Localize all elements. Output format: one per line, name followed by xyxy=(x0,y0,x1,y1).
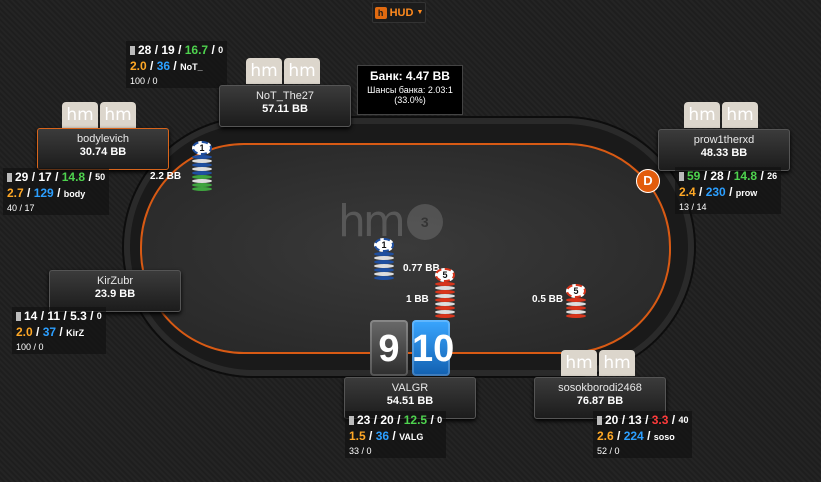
player-name: sosokborodi2468 xyxy=(558,382,642,394)
player-stack: 48.33 BB xyxy=(700,147,748,159)
stats-icon xyxy=(679,172,684,182)
player-stack: 30.74 BB xyxy=(79,146,127,158)
dealer-button-icon: D xyxy=(636,169,660,193)
hud-stats-prow[interactable]: 59 / 28 / 14.8 / 26 2.4 / 230 / prow 13 … xyxy=(675,167,782,214)
pot-info: Банк: 4.47 BB Шансы банка: 2.03:1 (33.0%… xyxy=(357,65,463,115)
stats-icon xyxy=(7,173,12,183)
hud-logo-icon: h xyxy=(374,6,387,19)
hud-label: HUD xyxy=(389,6,414,19)
hm-tag-body[interactable]: hm hm xyxy=(62,102,136,128)
pot-odds-pct: (33.0%) xyxy=(394,95,426,105)
player-box-not[interactable]: NoT_The27 57.11 BB xyxy=(219,85,351,127)
hero-card-1: 9 xyxy=(370,320,408,376)
hm-tag-soso[interactable]: hm hm xyxy=(561,350,635,376)
player-name: prow1therxd xyxy=(693,134,755,146)
stats-icon xyxy=(16,312,21,322)
player-stack: 57.11 BB xyxy=(262,103,308,115)
player-box-kir[interactable]: KirZubr 23.9 BB xyxy=(49,270,181,312)
chip-stack-soso: 5 xyxy=(566,284,586,318)
player-name: KirZubr xyxy=(96,275,134,287)
stats-icon xyxy=(597,416,602,426)
player-box-prow[interactable]: prow1therxd 48.33 BB xyxy=(658,129,790,171)
hm-badge-icon: 3 xyxy=(406,203,443,240)
hud-button[interactable]: h HUD ▼ xyxy=(372,2,426,23)
player-name: VALGR xyxy=(391,382,429,394)
bet-amount-soso: 0.5 BB xyxy=(532,294,564,305)
hm-tag-not[interactable]: hm hm xyxy=(246,58,320,84)
hud-stats-not[interactable]: 28 / 19 / 16.7 / 0 2.0 / 36 / NoT_ 100 /… xyxy=(126,41,228,88)
player-name: NoT_The27 xyxy=(255,90,315,102)
player-stack: 76.87 BB xyxy=(576,395,624,407)
player-stack: 23.9 BB xyxy=(94,288,136,300)
stats-icon xyxy=(130,46,135,56)
player-name: bodylevich xyxy=(77,133,129,145)
chip-stack-body: 1 xyxy=(192,141,212,191)
bet-amount-valgr: 1 BB xyxy=(406,294,429,305)
chip-stack-valgr: 5 xyxy=(435,268,455,318)
hero-card-2: 10 xyxy=(412,320,454,376)
hud-stats-soso[interactable]: 20 / 13 / 3.3 / 40 2.6 / 224 / soso 52 /… xyxy=(593,411,693,458)
stats-icon xyxy=(349,416,354,426)
hud-stats-body[interactable]: 29 / 17 / 14.8 / 50 2.7 / 129 / body 40 … xyxy=(3,168,110,215)
hud-stats-kir[interactable]: 14 / 11 / 5.3 / 0 2.0 / 37 / KirZ 100 / … xyxy=(12,307,106,354)
player-box-body[interactable]: bodylevich 30.74 BB xyxy=(37,128,169,170)
pot-total: Банк: 4.47 BB xyxy=(370,69,450,83)
chip-stack-kir: 1 xyxy=(374,238,394,280)
pot-odds: Шансы банка: 2.03:1 xyxy=(367,85,453,95)
chevron-down-icon: ▼ xyxy=(416,9,424,16)
player-stack: 54.51 BB xyxy=(386,395,434,407)
hm-tag-prow[interactable]: hm hm xyxy=(684,102,758,128)
hud-stats-valgr[interactable]: 23 / 20 / 12.5 / 0 1.5 / 36 / VALG 33 / … xyxy=(345,411,447,458)
bet-amount-body: 2.2 BB xyxy=(150,171,182,182)
